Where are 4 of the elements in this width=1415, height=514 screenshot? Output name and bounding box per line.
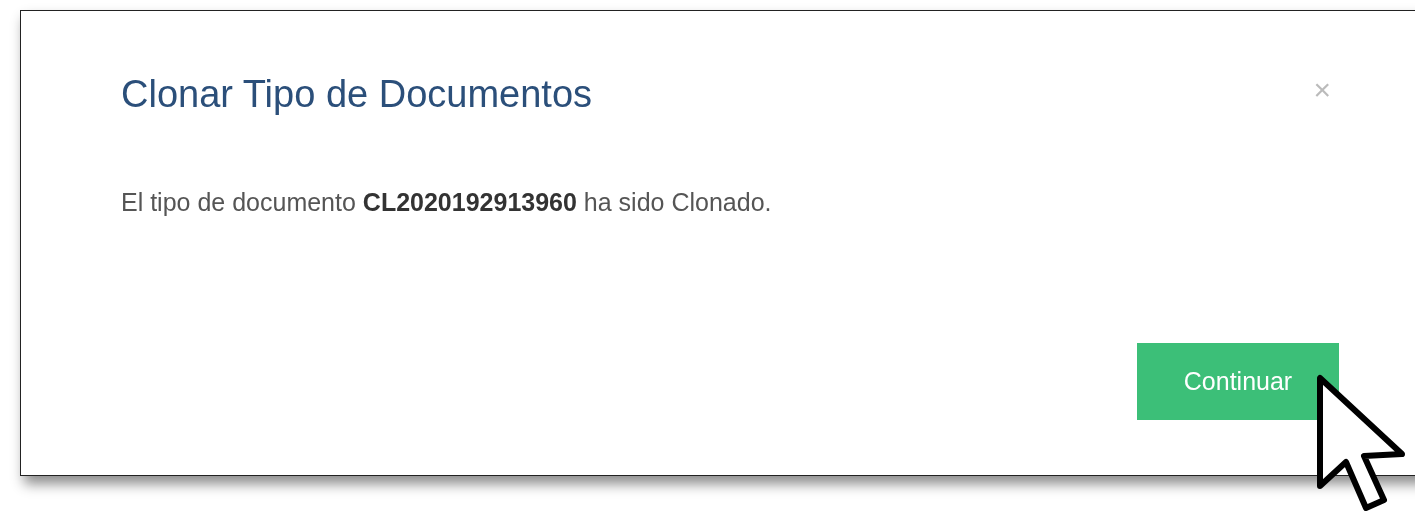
close-button[interactable]: × — [1313, 75, 1331, 105]
message-text: El tipo de documento CL2020192913960 ha sido Clonado. — [121, 188, 773, 217]
continue-button[interactable]: Continuar — [1137, 343, 1339, 420]
dialog-title: Clonar Tipo de Documentos — [121, 73, 594, 116]
